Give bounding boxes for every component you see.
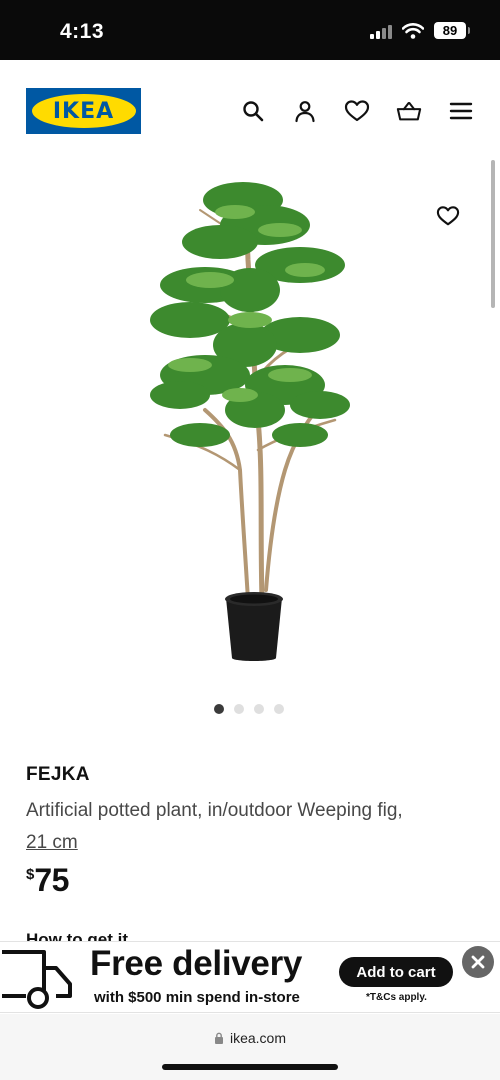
account-icon[interactable] — [292, 98, 318, 124]
price-currency: $ — [26, 866, 35, 883]
gallery-dot[interactable] — [214, 704, 224, 714]
promo-subline: with $500 min spend in-store — [94, 989, 300, 1006]
header-actions — [240, 98, 474, 124]
home-indicator[interactable] — [162, 1064, 338, 1070]
status-indicators: 89 — [370, 22, 470, 39]
menu-icon[interactable] — [448, 98, 474, 124]
price-value: 75 — [34, 862, 69, 898]
url-text: ikea.com — [229, 1030, 287, 1046]
potted-plant-illustration — [150, 182, 350, 661]
product-description-text: Artificial potted plant, in/outdoor Weep… — [26, 800, 403, 821]
promo-headline: Free delivery — [90, 944, 303, 983]
wifi-icon — [402, 22, 424, 39]
lock-icon — [214, 1032, 223, 1044]
favorite-toggle-icon[interactable] — [434, 202, 462, 230]
product-description: Artificial potted plant, in/outdoor Weep… — [26, 795, 486, 859]
battery-icon: 89 — [434, 22, 470, 39]
gallery-pagination — [214, 704, 284, 714]
gallery-dot[interactable] — [234, 704, 244, 714]
promo-terms: *T&Cs apply. — [366, 992, 427, 1003]
delivery-truck-icon — [2, 950, 72, 1009]
add-to-cart-button[interactable]: Add to cart — [339, 957, 453, 987]
logo-oval: IKEA — [31, 94, 136, 128]
logo-text: IKEA — [52, 98, 115, 124]
close-icon[interactable] — [462, 946, 494, 978]
ikea-logo[interactable]: IKEA — [26, 88, 141, 134]
signal-icon — [370, 23, 392, 39]
cart-icon[interactable] — [396, 98, 422, 124]
product-price: $ 75 — [26, 862, 69, 899]
status-bar: 4:13 89 — [0, 0, 500, 60]
product-name: FEJKA — [26, 764, 90, 785]
gallery-dot[interactable] — [274, 704, 284, 714]
status-time: 4:13 — [60, 20, 105, 43]
address-bar[interactable]: ikea.com — [0, 1030, 500, 1046]
product-size-link[interactable]: 21 cm — [26, 832, 78, 853]
site-header: IKEA — [0, 60, 500, 160]
wishlist-icon[interactable] — [344, 98, 370, 124]
browser-bar: ikea.com — [0, 1014, 500, 1080]
search-icon[interactable] — [240, 98, 266, 124]
gallery-dot[interactable] — [254, 704, 264, 714]
product-image[interactable] — [0, 170, 500, 680]
